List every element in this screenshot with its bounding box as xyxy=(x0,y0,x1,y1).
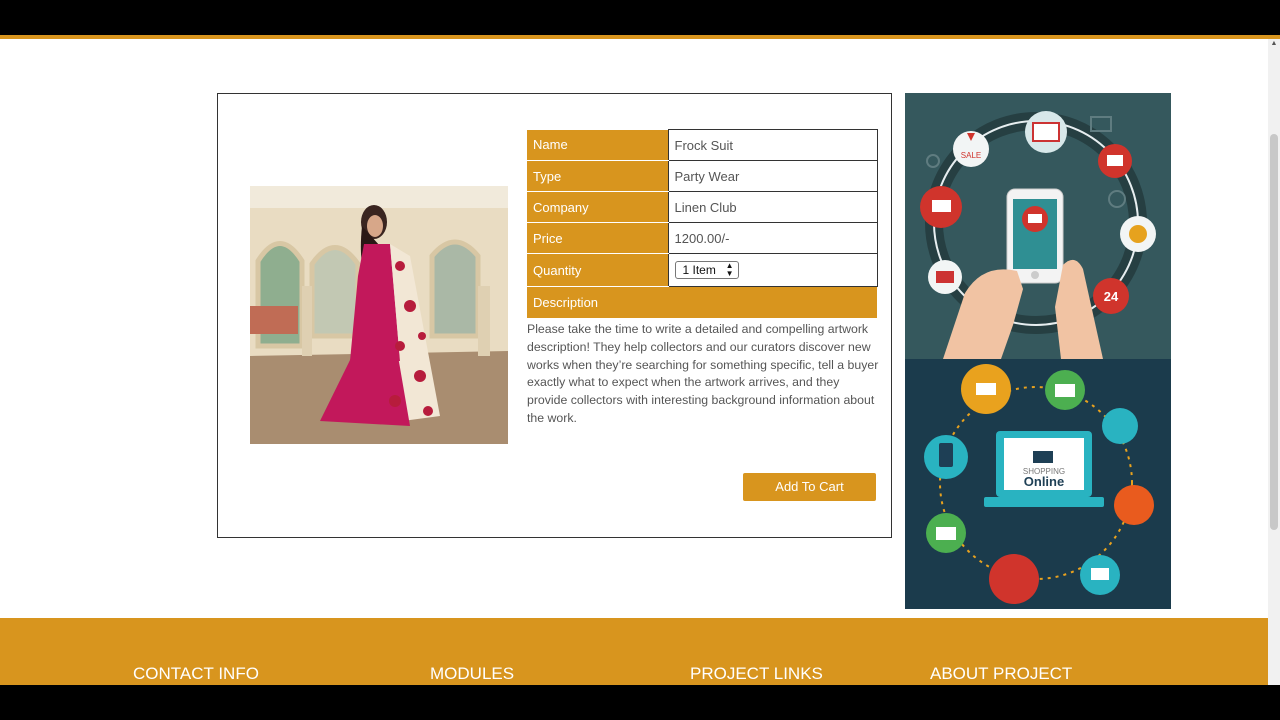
sale-badge-text: SALE xyxy=(961,151,981,160)
site-footer: CONTACT INFO MODULES PROJECT LINKS ABOUT… xyxy=(0,618,1268,685)
online-shopping-banner: SALE 24 SHOPPING Online xyxy=(905,93,1171,609)
description-heading: Description xyxy=(527,287,877,318)
detail-row-quantity: Quantity 1 Item ▲ ▼ xyxy=(527,253,878,287)
detail-value: 1200.00/- xyxy=(667,222,878,254)
detail-row-name: Name Frock Suit xyxy=(527,129,878,161)
online-text: Online xyxy=(1024,474,1064,489)
scroll-up-icon[interactable]: ▲ xyxy=(1268,39,1280,49)
quantity-value: 1 Item xyxy=(682,263,716,277)
detail-value: Linen Club xyxy=(667,191,878,223)
footer-heading-modules: MODULES xyxy=(430,664,515,683)
select-arrows-icon: ▲ ▼ xyxy=(725,261,734,278)
product-image xyxy=(250,186,508,444)
product-card: Name Frock Suit Type Party Wear Company … xyxy=(217,93,892,538)
detail-value: Party Wear xyxy=(667,160,878,192)
description-text: Please take the time to write a detailed… xyxy=(527,322,879,425)
scrollbar-thumb[interactable] xyxy=(1270,134,1278,530)
clock-24-text: 24 xyxy=(1104,289,1119,304)
footer-heading-contact: CONTACT INFO xyxy=(133,664,259,683)
detail-key: Quantity xyxy=(527,253,668,287)
detail-row-price: Price 1200.00/- xyxy=(527,222,878,254)
detail-row-company: Company Linen Club xyxy=(527,191,878,223)
quantity-select[interactable]: 1 Item ▲ ▼ xyxy=(674,261,739,279)
quantity-cell: 1 Item ▲ ▼ xyxy=(667,253,878,287)
add-to-cart-button[interactable]: Add To Cart xyxy=(743,473,876,501)
detail-key: Name xyxy=(527,129,668,161)
footer-heading-project-links: PROJECT LINKS xyxy=(690,664,823,683)
detail-key: Type xyxy=(527,160,668,192)
page-scrollbar[interactable]: ▲ xyxy=(1268,39,1280,685)
detail-key: Company xyxy=(527,191,668,223)
browser-top-bar xyxy=(0,0,1280,36)
detail-row-type: Type Party Wear xyxy=(527,160,878,192)
footer-heading-about: ABOUT PROJECT xyxy=(930,664,1073,683)
detail-value: Frock Suit xyxy=(667,129,878,161)
detail-key: Price xyxy=(527,222,668,254)
product-details-table: Name Frock Suit Type Party Wear Company … xyxy=(527,129,878,287)
browser-bottom-bar xyxy=(0,685,1280,720)
page-content: Name Frock Suit Type Party Wear Company … xyxy=(0,39,1268,618)
